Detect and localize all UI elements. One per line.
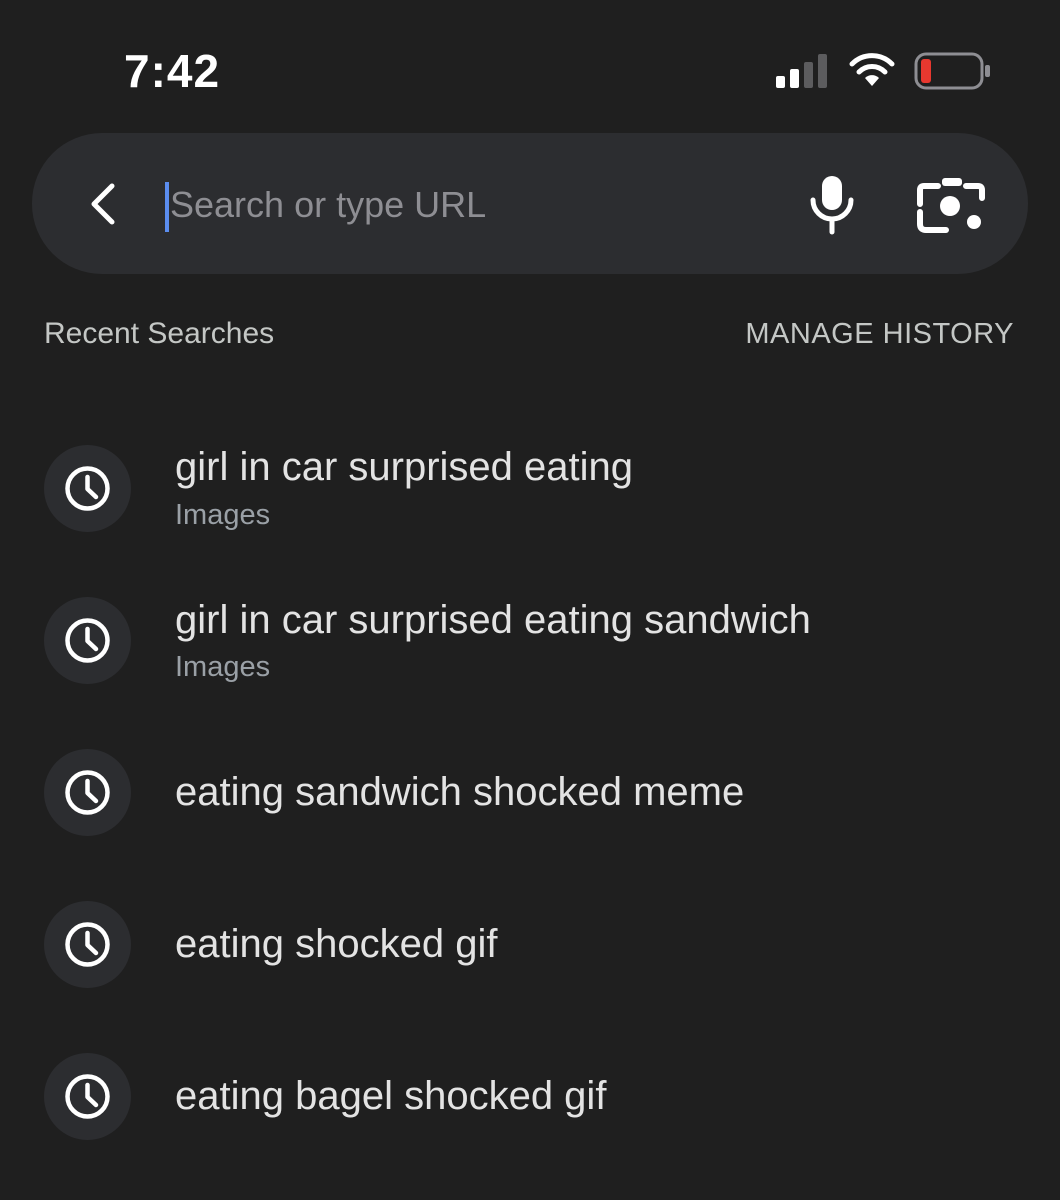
history-item-title: eating shocked gif xyxy=(175,922,498,966)
cellular-signal-icon xyxy=(776,54,827,88)
history-item[interactable]: eating sandwich shocked meme xyxy=(0,724,1060,864)
clock-icon xyxy=(65,1074,110,1119)
history-icon-button xyxy=(44,749,131,836)
history-item-title: girl in car surprised eating sandwich xyxy=(175,598,811,642)
battery-icon xyxy=(914,52,990,90)
status-bar: 7:42 xyxy=(0,0,1060,130)
clock-icon xyxy=(65,770,110,815)
history-item-title: eating bagel shocked gif xyxy=(175,1074,607,1118)
history-item-subtitle: Images xyxy=(175,499,271,531)
history-item[interactable]: girl in car surprised eating sandwich Im… xyxy=(0,572,1060,712)
history-item-subtitle: Images xyxy=(175,651,271,683)
camera-lens-icon[interactable] xyxy=(916,172,988,236)
microphone-icon[interactable] xyxy=(804,172,860,236)
history-icon-button xyxy=(44,445,131,532)
back-arrow-icon[interactable] xyxy=(84,180,124,228)
text-cursor xyxy=(165,182,169,232)
clock-icon xyxy=(65,922,110,967)
history-icon-button xyxy=(44,901,131,988)
manage-history-button[interactable]: MANAGE HISTORY xyxy=(745,314,1014,354)
history-icon-button xyxy=(44,597,131,684)
history-icon-button xyxy=(44,1053,131,1140)
history-item[interactable]: eating shocked gif xyxy=(0,876,1060,1016)
history-item[interactable]: eating bagel shocked gif xyxy=(0,1028,1060,1168)
status-time: 7:42 xyxy=(124,45,221,97)
history-item[interactable]: girl in car surprised eating Images xyxy=(0,420,1060,560)
clock-icon xyxy=(65,618,110,663)
history-item-title: eating sandwich shocked meme xyxy=(175,770,745,814)
search-input[interactable] xyxy=(170,176,770,234)
wifi-icon xyxy=(849,53,895,86)
recent-searches-heading: Recent Searches xyxy=(44,317,275,350)
history-item-title: girl in car surprised eating xyxy=(175,445,633,489)
clock-icon xyxy=(65,466,110,511)
